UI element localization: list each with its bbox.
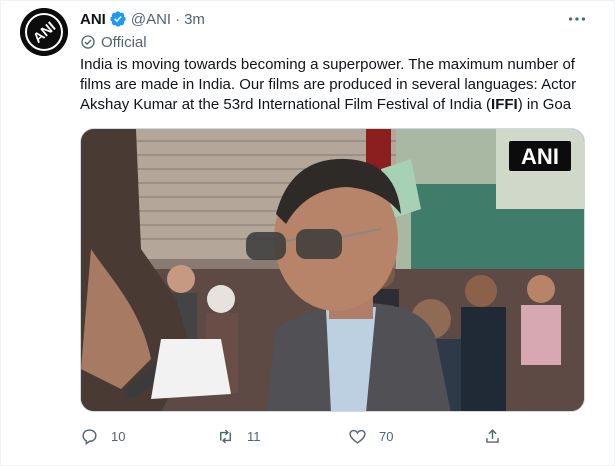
- official-label: Official: [80, 32, 147, 52]
- author-name[interactable]: ANI: [80, 11, 106, 28]
- tweet-text-line: India is moving towards becoming a super…: [80, 56, 575, 73]
- like-button[interactable]: 70: [348, 424, 393, 448]
- tweet-text-line: films are made in India. Our films are p…: [80, 76, 577, 93]
- share-icon: [486, 428, 499, 443]
- more-horizontal-icon[interactable]: [566, 8, 588, 30]
- tweet-card[interactable]: ANI ANI @ANI · 3m Official India is movi…: [0, 0, 615, 466]
- tweet-timestamp[interactable]: 3m: [184, 11, 205, 28]
- tweet-media-image[interactable]: ANI: [80, 128, 585, 412]
- official-badge-icon: [81, 35, 95, 49]
- tweet-text: India is moving towards becoming a super…: [80, 55, 600, 115]
- tweet-header: ANI @ANI · 3m: [80, 9, 205, 29]
- reply-icon: [82, 428, 97, 445]
- tweet-actions: 10 11 70: [80, 424, 510, 448]
- share-button[interactable]: [483, 424, 514, 448]
- reply-count: 10: [111, 428, 126, 444]
- tweet-text-segment: ) in Goa: [517, 96, 572, 113]
- tweet-text-segment: Akshay Kumar at the 53rd International F…: [80, 96, 492, 113]
- reply-button[interactable]: 10: [80, 424, 125, 448]
- verified-badge-icon: [110, 11, 126, 27]
- media-watermark: ANI: [521, 144, 559, 169]
- retweet-count: 11: [247, 428, 261, 444]
- official-text: Official: [101, 33, 147, 51]
- tweet-text-bold-segment: IFFI: [491, 96, 518, 113]
- like-count: 70: [379, 428, 394, 444]
- avatar[interactable]: ANI: [20, 8, 68, 56]
- separator-dot: ·: [175, 10, 181, 28]
- heart-icon: [349, 429, 366, 444]
- retweet-button[interactable]: 11: [216, 424, 261, 448]
- author-handle[interactable]: @ANI: [131, 11, 171, 28]
- retweet-icon: [220, 429, 231, 443]
- tweet-text-line: Akshay Kumar at the 53rd International F…: [80, 95, 600, 115]
